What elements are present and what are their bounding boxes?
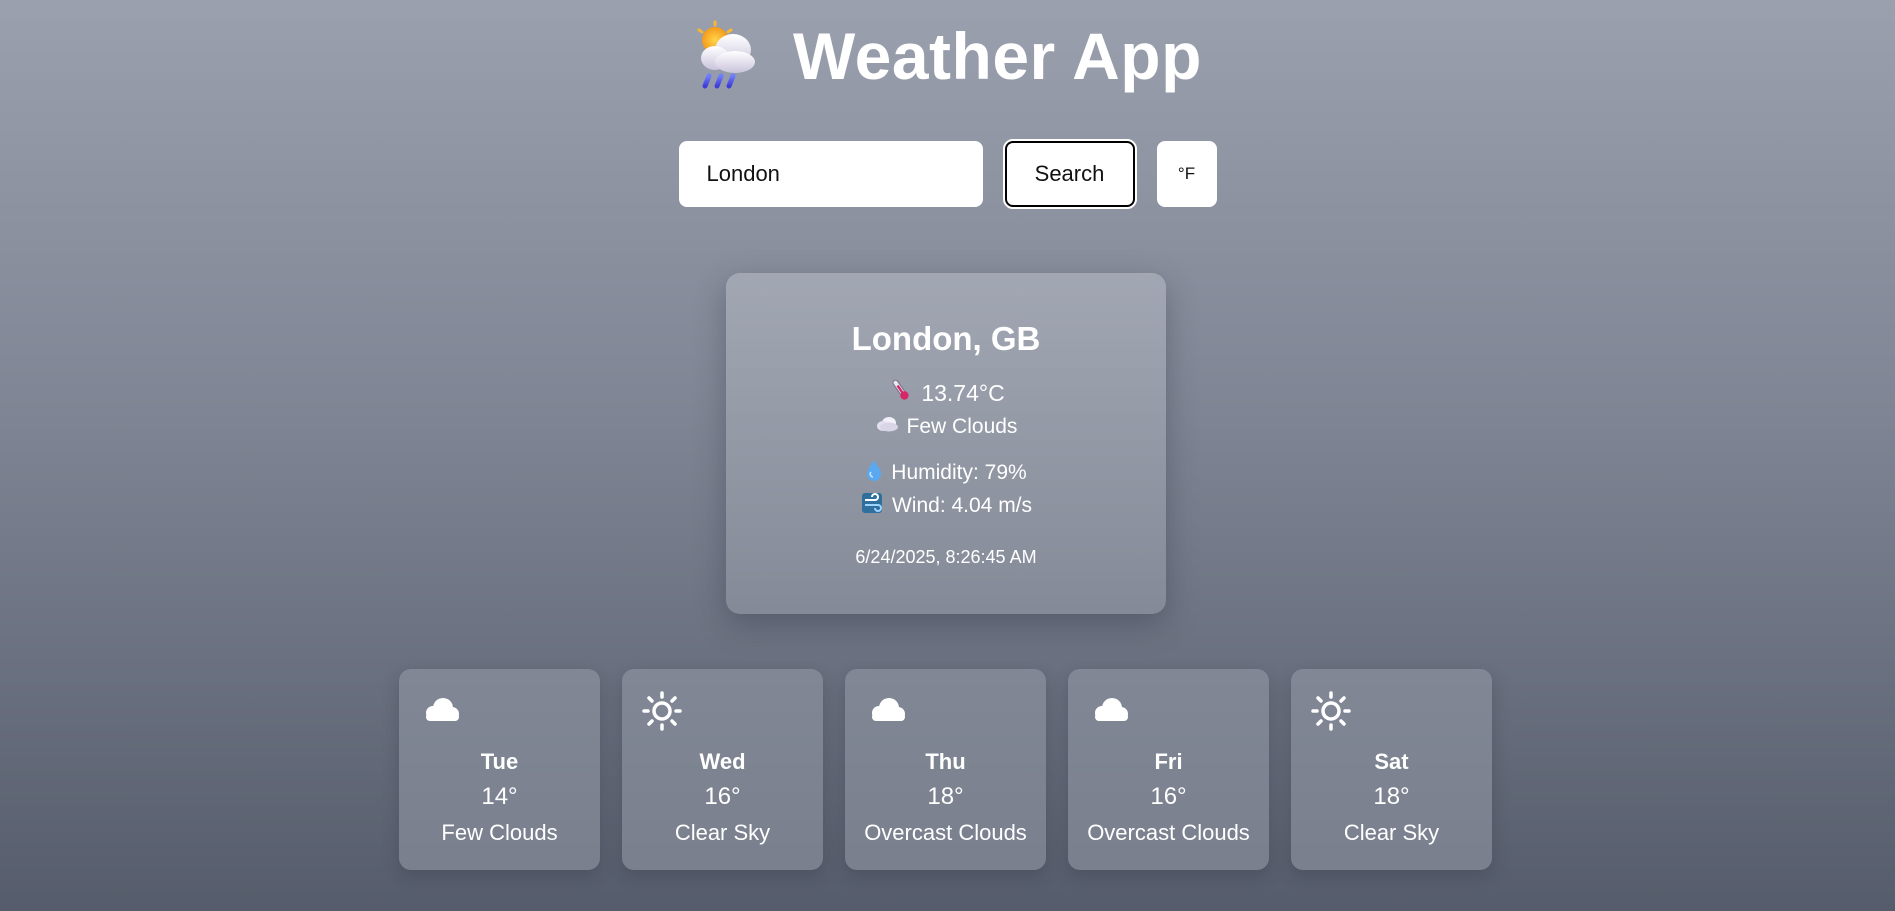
- forecast-day: Tue: [480, 749, 519, 774]
- city-name: London, GB: [851, 320, 1041, 357]
- forecast-temp: 14°: [481, 783, 518, 810]
- forecast-temp: 18°: [927, 783, 964, 810]
- app-header: Weather App: [0, 18, 1895, 94]
- forecast-card: Tue 14° Few Clouds: [399, 669, 600, 870]
- condition-text: Few Clouds: [906, 415, 1018, 438]
- forecast-day: Sat: [1374, 749, 1409, 774]
- sun-behind-rain-cloud-icon: [693, 20, 765, 92]
- droplet-icon: [865, 458, 883, 488]
- current-weather-card: London, GB 13.74°C Few Clouds Humidity: …: [726, 273, 1166, 614]
- temperature-value: 13.74°C: [921, 379, 1005, 406]
- forecast-description: Clear Sky: [674, 820, 771, 845]
- last-updated-timestamp: 6/24/2025, 8:26:45 AM: [855, 547, 1037, 567]
- city-search-input[interactable]: [678, 141, 983, 207]
- forecast-day: Fri: [1154, 749, 1183, 774]
- cloud-icon: [1088, 691, 1132, 731]
- forecast-card: Sat 18° Clear Sky: [1291, 669, 1492, 870]
- forecast-card: Fri 16° Overcast Clouds: [1068, 669, 1269, 870]
- forecast-day: Wed: [699, 749, 746, 774]
- humidity-value: Humidity: 79%: [891, 461, 1027, 484]
- wind-icon: [860, 491, 884, 521]
- forecast-description: Overcast Clouds: [864, 820, 1027, 845]
- forecast-temp: 16°: [704, 783, 741, 810]
- app-title: Weather App: [793, 19, 1202, 93]
- cloud-icon: [875, 415, 899, 439]
- cloud-icon: [419, 691, 463, 731]
- temperature-line: 13.74°C: [726, 377, 1166, 409]
- forecast-list: Tue 14° Few Clouds Wed 16° Clear Sky Thu…: [399, 669, 1492, 870]
- wind-value: Wind: 4.04 m/s: [891, 494, 1033, 517]
- forecast-description: Overcast Clouds: [1087, 820, 1250, 845]
- sun-icon: [642, 691, 686, 731]
- thermometer-icon: [887, 377, 913, 409]
- wind-line: Wind: 4.04 m/s: [726, 491, 1166, 521]
- sun-icon: [1311, 691, 1355, 731]
- forecast-card: Thu 18° Overcast Clouds: [845, 669, 1046, 870]
- humidity-line: Humidity: 79%: [726, 458, 1166, 488]
- forecast-day: Thu: [925, 749, 966, 774]
- condition-line: Few Clouds: [726, 415, 1166, 439]
- forecast-description: Clear Sky: [1343, 820, 1440, 845]
- search-bar: Search °F: [0, 139, 1895, 209]
- search-button[interactable]: Search: [1002, 139, 1137, 209]
- forecast-card: Wed 16° Clear Sky: [622, 669, 823, 870]
- forecast-description: Few Clouds: [441, 820, 558, 845]
- forecast-temp: 16°: [1150, 783, 1187, 810]
- cloud-icon: [865, 691, 909, 731]
- unit-toggle-button[interactable]: °F: [1156, 141, 1217, 207]
- forecast-temp: 18°: [1373, 783, 1410, 810]
